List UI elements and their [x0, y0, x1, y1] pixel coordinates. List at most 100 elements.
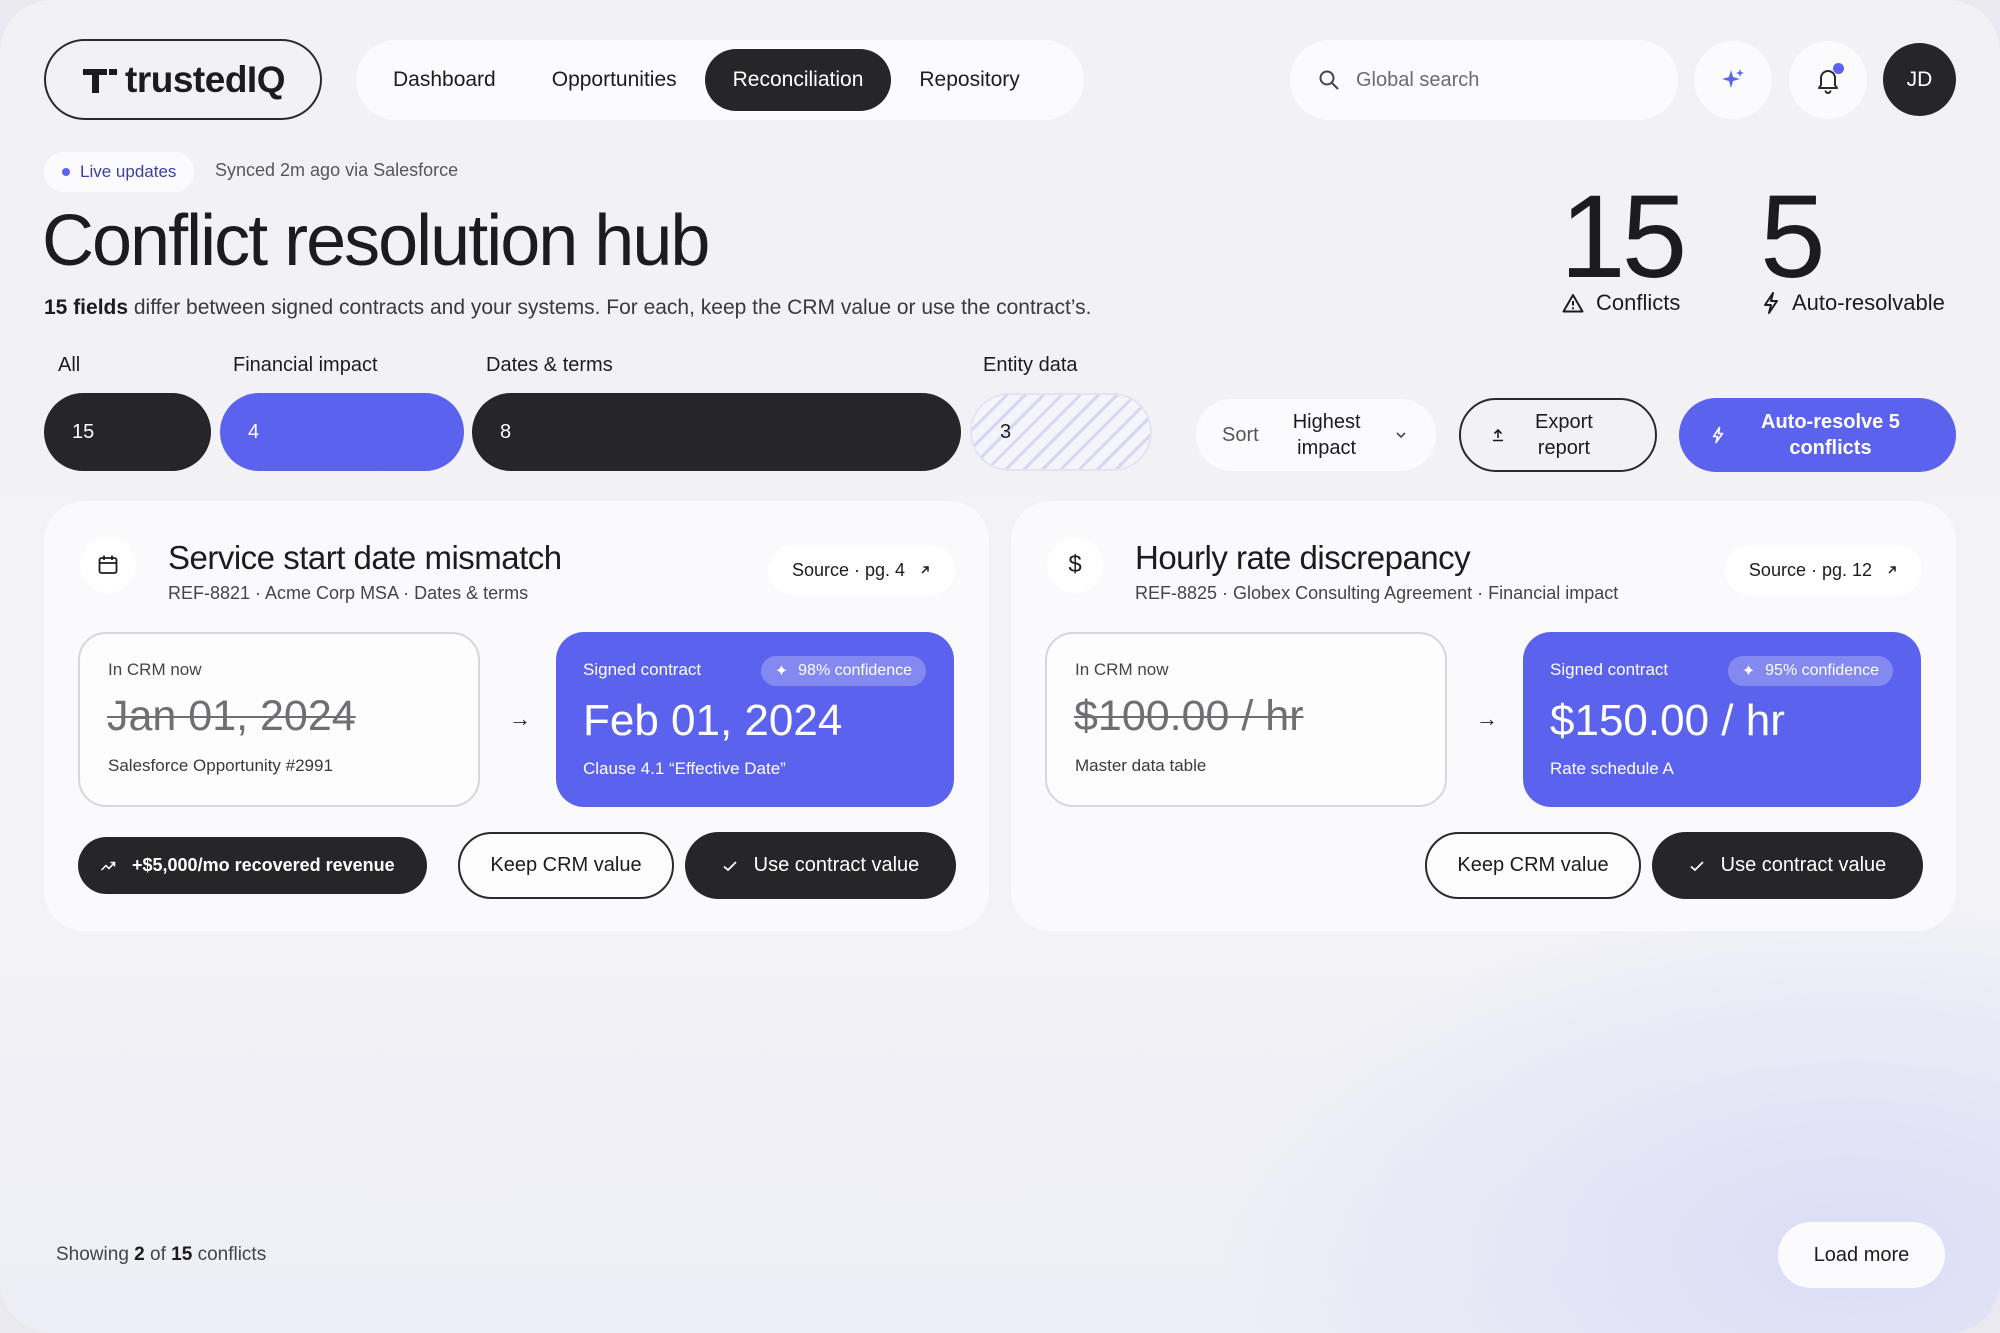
- source-label: Source · pg. 12: [1748, 559, 1872, 580]
- showing-suffix: conflicts: [192, 1244, 267, 1265]
- calendar-icon: [80, 537, 136, 593]
- load-more-button[interactable]: Load more: [1778, 1222, 1945, 1288]
- lightning-icon: [1764, 292, 1778, 314]
- contract-label: Signed contract: [1550, 660, 1669, 679]
- impact-badge: +$5,000/mo recovered revenue: [78, 837, 427, 894]
- impact-label: +$5,000/mo recovered revenue: [132, 855, 395, 875]
- filter-pill-dates[interactable]: 8: [472, 393, 961, 471]
- filter-label-entity: Entity data: [983, 354, 1078, 376]
- sync-status: Synced 2m ago via Salesforce: [215, 160, 459, 180]
- contract-value: Feb 01, 2024: [583, 696, 843, 745]
- crm-label: In CRM now: [1075, 660, 1169, 679]
- card-meta: REF-8825 · Globex Consulting Agreement ·…: [1135, 583, 1619, 603]
- sparkle-icon: ✦: [774, 663, 789, 680]
- sort-value-line2: impact: [1297, 437, 1357, 459]
- confidence-badge: ✦ 98% confidence: [760, 656, 926, 686]
- conflicts-count: 15: [1560, 171, 1687, 303]
- filter-count-all: 15: [72, 420, 95, 443]
- use-contract-label: Use contract value: [753, 854, 920, 876]
- contract-value-panel: Signed contract ✦ 95% confidence $150.00…: [1523, 632, 1921, 807]
- contract-label: Signed contract: [583, 660, 702, 679]
- keep-crm-button[interactable]: Keep CRM value: [1425, 832, 1641, 899]
- nav-item-repository[interactable]: Repository: [891, 49, 1047, 111]
- source-label: Source · pg. 4: [791, 559, 905, 580]
- confidence-label: 95% confidence: [1765, 662, 1879, 679]
- pagination-status: Showing 2 of 15 conflicts: [56, 1244, 266, 1266]
- showing-total: 15: [171, 1244, 193, 1265]
- use-contract-button[interactable]: Use contract value: [1652, 832, 1923, 899]
- filter-label-all: All: [58, 354, 81, 376]
- card-title: Service start date mismatch: [168, 539, 562, 576]
- use-contract-label: Use contract value: [1720, 854, 1887, 876]
- auto-resolve-button[interactable]: Auto-resolve 5 conflicts: [1679, 398, 1956, 472]
- logo-text: trustedIQ: [125, 58, 285, 100]
- user-avatar[interactable]: JD: [1883, 43, 1956, 116]
- sort-dropdown[interactable]: Sort Highest impact: [1196, 399, 1436, 471]
- check-icon: [1690, 860, 1704, 871]
- logo[interactable]: trustedIQ: [44, 39, 322, 120]
- use-contract-button[interactable]: Use contract value: [685, 832, 956, 899]
- source-link[interactable]: Source · pg. 12: [1724, 545, 1922, 595]
- export-report-button[interactable]: Export report: [1459, 398, 1657, 472]
- live-dot-icon: [62, 168, 70, 176]
- card-meta: REF-8821 · Acme Corp MSA · Dates & terms: [168, 583, 529, 603]
- crm-value-panel: In CRM now Jan 01, 2024 Salesforce Oppor…: [78, 632, 480, 807]
- filter-pill-all[interactable]: 15: [44, 393, 211, 471]
- arrow-right-icon: →: [509, 706, 531, 731]
- sort-value-line1: Highest: [1292, 411, 1361, 433]
- nav-item-reconciliation[interactable]: Reconciliation: [704, 49, 892, 111]
- chevron-down-icon: [1395, 432, 1406, 439]
- upload-icon: [1493, 428, 1503, 442]
- notifications-button[interactable]: [1789, 41, 1867, 119]
- filter-pill-entity[interactable]: 3: [970, 393, 1152, 471]
- showing-of: of: [144, 1244, 172, 1265]
- search-placeholder: Global search: [1356, 68, 1480, 91]
- external-link-icon: [921, 566, 929, 574]
- live-updates-badge: Live updates: [44, 152, 195, 192]
- crm-value: $100.00 / hr: [1074, 692, 1304, 740]
- dollar-icon: $: [1047, 537, 1103, 593]
- app-frame: trustedIQ Dashboard Opportunities Reconc…: [0, 0, 2000, 1333]
- source-link[interactable]: Source · pg. 4: [767, 545, 955, 595]
- keep-crm-button[interactable]: Keep CRM value: [458, 832, 674, 899]
- confidence-label: 98% confidence: [798, 662, 912, 679]
- conflicts-stat-label: Conflicts: [1562, 290, 1680, 316]
- logo-mark-icon: [83, 68, 118, 93]
- external-link-icon: [1888, 566, 1896, 574]
- contract-value: $150.00 / hr: [1550, 696, 1785, 745]
- auto-resolvable-stat-label: Auto-resolvable: [1762, 290, 1945, 316]
- auto-resolve-label: Auto-resolve 5 conflicts: [1761, 409, 1900, 461]
- subtitle-count: 15 fields: [44, 296, 129, 319]
- export-label-line1: Export: [1535, 411, 1593, 433]
- filter-label-dates: Dates & terms: [486, 354, 613, 376]
- check-icon: [723, 860, 737, 871]
- lightning-icon: [1712, 426, 1724, 444]
- filter-count-entity: 3: [1000, 420, 1012, 443]
- sort-value: Highest impact: [1293, 409, 1361, 461]
- crm-source: Salesforce Opportunity #2991: [108, 756, 333, 775]
- filter-count-dates: 8: [500, 420, 512, 443]
- notification-dot: [1833, 63, 1844, 74]
- global-search[interactable]: Global search: [1290, 40, 1678, 120]
- export-label: Export report: [1535, 409, 1593, 461]
- crm-value: Jan 01, 2024: [107, 692, 356, 740]
- confidence-badge: ✦ 95% confidence: [1727, 656, 1893, 686]
- ai-assistant-button[interactable]: [1694, 41, 1772, 119]
- page-title: Conflict resolution hub: [42, 201, 710, 281]
- sort-label: Sort: [1222, 423, 1259, 446]
- trending-up-icon: [100, 861, 116, 871]
- auto-resolvable-count: 5: [1760, 171, 1826, 303]
- nav-item-opportunities[interactable]: Opportunities: [524, 49, 705, 111]
- filter-pill-financial[interactable]: 4: [220, 393, 464, 471]
- export-label-line2: report: [1537, 437, 1591, 459]
- page-subtitle: 15 fields differ between signed contract…: [44, 296, 1091, 320]
- card-title: Hourly rate discrepancy: [1135, 539, 1471, 576]
- auto-resolvable-label-text: Auto-resolvable: [1792, 290, 1945, 315]
- filter-count-financial: 4: [248, 420, 260, 443]
- contract-clause: Rate schedule A: [1550, 759, 1674, 778]
- conflict-card: $ Hourly rate discrepancy REF-8825 · Glo…: [1011, 501, 1956, 931]
- main-nav: Dashboard Opportunities Reconciliation R…: [356, 40, 1084, 120]
- crm-value-panel: In CRM now $100.00 / hr Master data tabl…: [1045, 632, 1447, 807]
- nav-item-dashboard[interactable]: Dashboard: [365, 49, 524, 111]
- filter-label-financial: Financial impact: [233, 354, 378, 376]
